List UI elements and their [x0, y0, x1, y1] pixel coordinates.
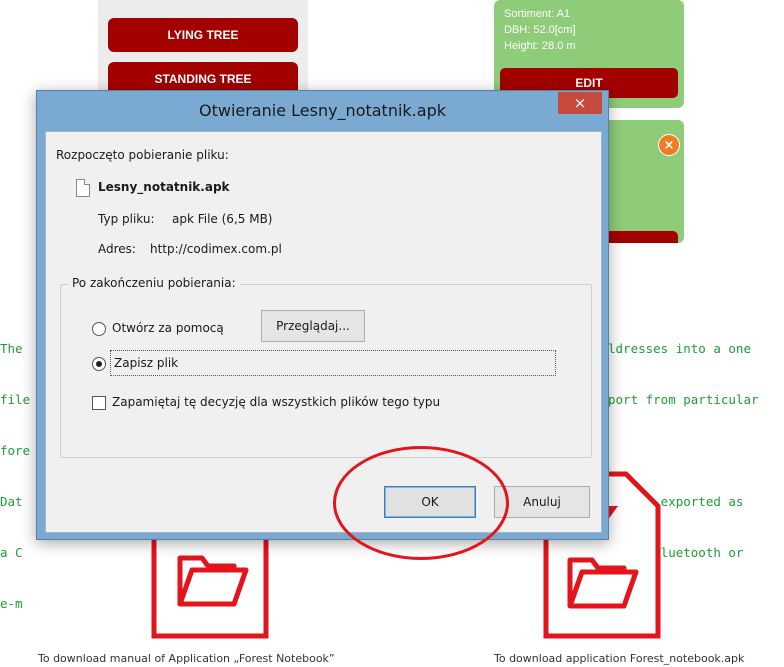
dialog-title-bar[interactable]: Otwieranie Lesny_notatnik.apk ×: [37, 91, 608, 131]
remember-decision-label[interactable]: Zapamiętaj tę decyzję dla wszystkich pli…: [112, 395, 440, 409]
save-file-label[interactable]: Zapisz plik: [114, 356, 178, 370]
text-fragment: e-m: [0, 596, 23, 611]
open-with-radio[interactable]: [92, 322, 106, 336]
card-line-dbh: DBH: 52.0[cm]: [504, 24, 576, 36]
cancel-label: Anuluj: [523, 495, 561, 509]
card-line-sortiment: Sortiment: A1: [504, 8, 571, 20]
text-fragment: file: [0, 392, 31, 407]
text-fragment: The: [0, 341, 23, 356]
text-fragment: Dat: [0, 494, 23, 509]
description-left-fragments: The file fore Dat a C e-m: [0, 306, 30, 629]
app-caption[interactable]: To download application Forest_notebook.…: [494, 652, 744, 665]
file-name: Lesny_notatnik.apk: [98, 180, 230, 194]
download-started-label: Rozpoczęto pobieranie pliku:: [56, 148, 229, 162]
address-value: http://codimex.com.pl: [150, 242, 282, 256]
text-fragment: [608, 442, 759, 459]
close-circle-icon: ×: [658, 134, 680, 156]
text-fragment: fore: [0, 443, 31, 458]
close-button[interactable]: ×: [558, 92, 602, 114]
app-screenshot-left: LYING TREE STANDING TREE: [98, 0, 308, 100]
open-with-label[interactable]: Otwórz za pomocą: [112, 321, 224, 335]
text-fragment: a C: [0, 545, 23, 560]
address-label: Adres:: [98, 242, 136, 256]
browse-button[interactable]: Przeglądaj...: [261, 310, 365, 342]
dialog-title: Otwieranie Lesny_notatnik.apk: [198, 101, 446, 120]
annotation-ellipse: [333, 446, 509, 560]
browse-label: Przeglądaj...: [276, 319, 350, 333]
manual-caption[interactable]: To download manual of Application „Fores…: [38, 652, 335, 665]
card-line-height: Height: 28.0 m: [504, 40, 576, 52]
lying-tree-button: LYING TREE: [108, 18, 298, 52]
file-type-label: Typ pliku:: [98, 212, 155, 226]
dialog-content: Rozpoczęto pobieranie pliku: Lesny_notat…: [45, 131, 602, 533]
after-download-label: Po zakończeniu pobierania:: [68, 276, 240, 290]
remember-decision-checkbox[interactable]: [92, 396, 106, 410]
text-fragment: ldresses into a one: [608, 341, 751, 356]
file-icon: [76, 179, 90, 197]
download-dialog: Otwieranie Lesny_notatnik.apk × Rozpoczę…: [36, 90, 609, 540]
text-fragment: port from particular: [608, 392, 759, 407]
close-icon: ×: [573, 94, 587, 112]
file-type-value: apk File (6,5 MB): [172, 212, 273, 226]
save-file-radio[interactable]: [92, 357, 106, 371]
